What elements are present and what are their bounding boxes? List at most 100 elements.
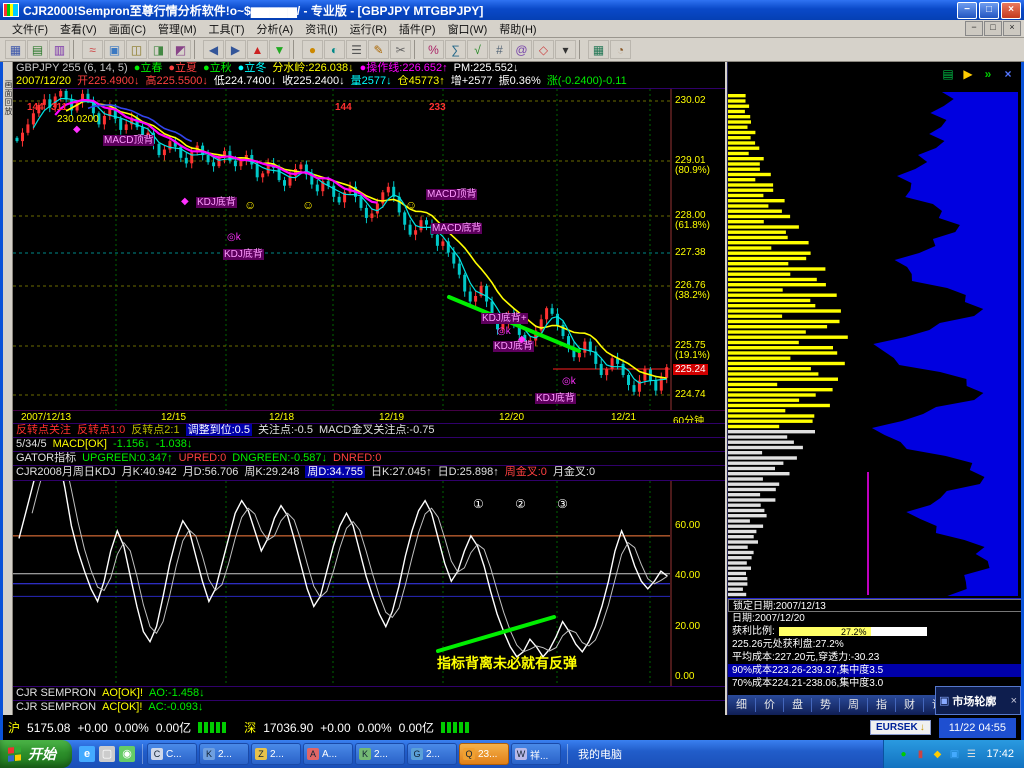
- eursek-button[interactable]: EURSEK ↓: [870, 720, 931, 735]
- close-panel-icon[interactable]: ×: [1000, 67, 1016, 81]
- data-tab-盘[interactable]: 盘: [784, 698, 812, 712]
- text-segment: CJR SEMPRON: [16, 701, 96, 713]
- ime-tray-icon[interactable]: ◆: [930, 749, 944, 760]
- dropdown-icon[interactable]: ▾: [555, 40, 576, 59]
- signal-marker-icon: ◎k: [227, 233, 241, 243]
- data-tab-财[interactable]: 财: [896, 698, 924, 712]
- monitor-tray-icon[interactable]: ▮: [913, 749, 927, 760]
- percent-icon[interactable]: %: [423, 40, 444, 59]
- report-icon[interactable]: ▣: [104, 40, 125, 59]
- formula-icon[interactable]: √: [467, 40, 488, 59]
- left-replay-strip[interactable]: 画面回放: [3, 62, 13, 715]
- oscillator-panel[interactable]: ① ② ③ 指标背离未必就有反弹 60.0040.0020.000.00: [13, 480, 725, 686]
- divergence-label: MACD顶背: [426, 189, 477, 200]
- taskbar-task-button[interactable]: K2...: [355, 743, 405, 765]
- toolbar-separator: [293, 40, 298, 59]
- draw-icon[interactable]: ✎: [368, 40, 389, 59]
- price-axis-label: 225.75(19.1%): [675, 341, 710, 361]
- layout-icon[interactable]: ▦: [5, 40, 26, 59]
- text-segment: DNGREEN:-0.587↓: [232, 452, 327, 464]
- taskbar-task-button[interactable]: AA...: [303, 743, 353, 765]
- menu-item[interactable]: 运行(R): [344, 20, 393, 38]
- mdi-close-button[interactable]: ×: [1003, 21, 1021, 36]
- matrix-icon[interactable]: ▦: [588, 40, 609, 59]
- list-icon[interactable]: ☰: [346, 40, 367, 59]
- data-tab-势[interactable]: 势: [812, 698, 840, 712]
- data-tab-指[interactable]: 指: [868, 698, 896, 712]
- text-segment: 仓45773↑: [398, 75, 445, 87]
- split-window-icon[interactable]: ◫: [126, 40, 147, 59]
- market-profile-window[interactable]: ▣ 市场轮廓 ×: [935, 686, 1021, 715]
- data-tab-细[interactable]: 细: [728, 698, 756, 712]
- main-candle-chart[interactable]: 144311144233230.0200MACD顶背◆◆KDJ底背◎kKDJ底背…: [13, 88, 725, 410]
- media-player-icon[interactable]: ◉: [119, 746, 135, 762]
- theme-icon[interactable]: ◐: [324, 40, 345, 59]
- text-segment: AC[OK]!: [102, 701, 142, 713]
- text-segment: AO:-1.458↓: [149, 687, 205, 699]
- taskbar-task-button[interactable]: CC...: [147, 743, 197, 765]
- stats-icon[interactable]: ∑: [445, 40, 466, 59]
- indicator-row-macd: 5/34/5MACD[OK]-1.156↓-1.038↓: [13, 437, 725, 450]
- bar-count-label: 311: [51, 103, 67, 113]
- diamond-tool-icon[interactable]: ◇: [533, 40, 554, 59]
- network-tray-icon[interactable]: ▣: [947, 749, 961, 760]
- zoom-in-icon[interactable]: ▶: [225, 40, 246, 59]
- close-button[interactable]: ×: [1001, 2, 1021, 19]
- price-axis-label: 228.00(61.8%): [675, 211, 710, 231]
- mdi-minimize-button[interactable]: −: [965, 21, 983, 36]
- flag-icon[interactable]: ▶: [960, 67, 976, 81]
- link-icon[interactable]: @: [511, 40, 532, 59]
- taskbar-task-button[interactable]: Q23...: [459, 743, 509, 765]
- taskbar-task-button[interactable]: Z2...: [251, 743, 301, 765]
- eursek-label: EURSEK: [876, 722, 918, 733]
- cut-icon[interactable]: ✂: [390, 40, 411, 59]
- application-window: CJR2000!Sempron至尊行情分析软件!o~$▆▆▆▆▆/ - 专业版 …: [0, 0, 1024, 768]
- minimize-button[interactable]: −: [957, 2, 977, 19]
- trend-line-icon[interactable]: ≈: [82, 40, 103, 59]
- indicator-row-kdj: CJR2008月周日KDJ月K:40.942月D:56.706周K:29.248…: [13, 465, 725, 478]
- market-profile-close-icon[interactable]: ×: [1011, 695, 1017, 707]
- menu-item[interactable]: 工具(T): [203, 20, 251, 38]
- start-button[interactable]: 开始: [0, 740, 72, 768]
- profit-stat-label: 日期:2007/12/20: [732, 613, 805, 624]
- menu-item[interactable]: 分析(A): [251, 20, 300, 38]
- toolbar-separator: [579, 40, 584, 59]
- taskbar-toolbar-my-computer[interactable]: 我的电脑: [567, 744, 632, 764]
- left-panel-icon[interactable]: ◩: [170, 40, 191, 59]
- antivirus-tray-icon[interactable]: ●: [896, 749, 910, 760]
- data-tab-价[interactable]: 价: [756, 698, 784, 712]
- menu-item[interactable]: 管理(M): [152, 20, 203, 38]
- fast-forward-icon[interactable]: »: [980, 67, 996, 81]
- profile-settings-icon[interactable]: ▤: [940, 67, 956, 81]
- kline-chart-icon[interactable]: ▥: [49, 40, 70, 59]
- menu-item[interactable]: 窗口(W): [442, 20, 494, 38]
- menu-item[interactable]: 帮助(H): [493, 20, 542, 38]
- show-desktop-icon[interactable]: ▢: [99, 746, 115, 762]
- zoom-out-icon[interactable]: ◀: [203, 40, 224, 59]
- up-icon[interactable]: ▲: [247, 40, 268, 59]
- profit-stat-label: 70%成本224.21-238.06,集中度3.0: [732, 678, 883, 689]
- clock-icon[interactable]: ◔: [610, 40, 631, 59]
- taskbar-task-button[interactable]: W祥...: [511, 743, 561, 765]
- text-segment: MACD[OK]: [53, 438, 107, 450]
- data-tab-周[interactable]: 周: [840, 698, 868, 712]
- menu-item[interactable]: 文件(F): [6, 20, 54, 38]
- mdi-restore-button[interactable]: □: [984, 21, 1002, 36]
- maximize-button[interactable]: □: [979, 2, 999, 19]
- menu-item[interactable]: 画面(C): [103, 20, 152, 38]
- quote-board-icon[interactable]: ▤: [27, 40, 48, 59]
- menu-item[interactable]: 资讯(I): [299, 20, 343, 38]
- oscillator-axis-label: 60.00: [675, 521, 700, 531]
- taskbar-task-button[interactable]: G2...: [407, 743, 457, 765]
- app-icon: [3, 3, 19, 17]
- signal-marker-icon: ◆: [73, 125, 81, 135]
- down-icon[interactable]: ▼: [269, 40, 290, 59]
- grid-icon[interactable]: #: [489, 40, 510, 59]
- menu-item[interactable]: 查看(V): [54, 20, 103, 38]
- ie-icon[interactable]: e: [79, 746, 95, 762]
- volume-tray-icon[interactable]: ☰: [964, 749, 978, 760]
- menu-item[interactable]: 插件(P): [393, 20, 442, 38]
- period-icon[interactable]: ●: [302, 40, 323, 59]
- taskbar-task-button[interactable]: K2...: [199, 743, 249, 765]
- right-panel-icon[interactable]: ◨: [148, 40, 169, 59]
